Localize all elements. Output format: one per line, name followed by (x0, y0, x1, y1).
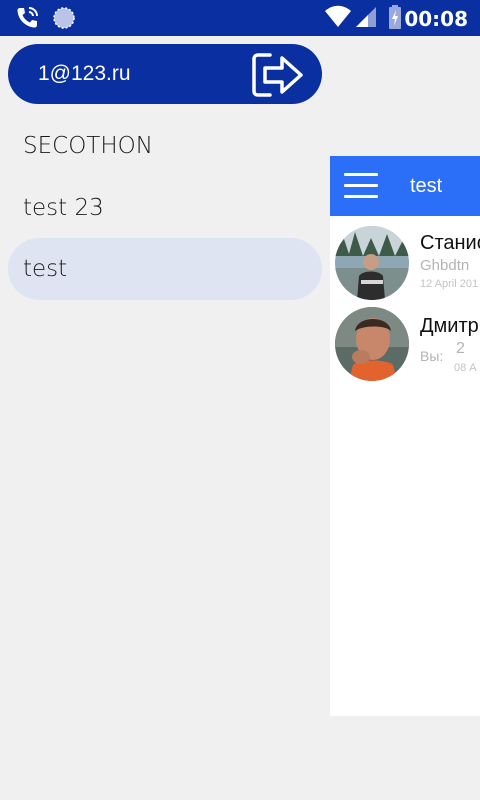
account-header[interactable]: 1@123.ru (8, 44, 322, 104)
main-toolbar: test (330, 156, 480, 216)
chat-date: 12 April 201 (420, 278, 479, 290)
avatar (335, 226, 409, 300)
drawer-item-label: test 23 (23, 195, 104, 221)
drawer-item-label: SECOTHON (23, 133, 153, 159)
drawer-item-secothon[interactable]: SECOTHON (8, 115, 322, 177)
chat-list-item[interactable]: Дмитр Вы: 2 08 А (330, 306, 480, 386)
drawer-item-test-23[interactable]: test 23 (8, 177, 322, 239)
drawer-item-label: test (23, 256, 68, 282)
chat-date: 08 А (454, 362, 477, 374)
chat-preview: Ghbdtn (420, 257, 470, 274)
logout-arrow-icon[interactable] (250, 51, 308, 99)
drawer-item-test[interactable]: test (8, 238, 322, 300)
navigation-drawer: 1@123.ru SECOTHON test 23 test (0, 36, 330, 800)
chat-preview-prefix: Вы: (420, 348, 444, 364)
wifi-icon (324, 5, 352, 36)
phone-call-icon (14, 5, 40, 36)
toolbar-title: test (410, 175, 443, 197)
sync-icon (52, 5, 76, 36)
status-time: 00:08 (404, 7, 468, 31)
chat-name: Дмитр (420, 315, 479, 337)
chat-name: Станис (420, 232, 480, 254)
avatar (335, 307, 409, 381)
app-screen: 00:08 test Стани Ghbdtn 12 April 201 Дми… (0, 0, 480, 800)
signal-icon (354, 5, 378, 36)
account-email: 1@123.ru (38, 62, 131, 85)
chat-list-panel: test Станис Ghbdtn 12 April 201 (330, 156, 480, 716)
battery-charging-icon (388, 5, 404, 36)
chat-list-item[interactable]: Станис Ghbdtn 12 April 201 (330, 224, 480, 304)
chat-preview: 2 (456, 340, 465, 357)
hamburger-menu-icon[interactable] (344, 173, 378, 199)
status-bar: 00:08 (0, 0, 480, 36)
